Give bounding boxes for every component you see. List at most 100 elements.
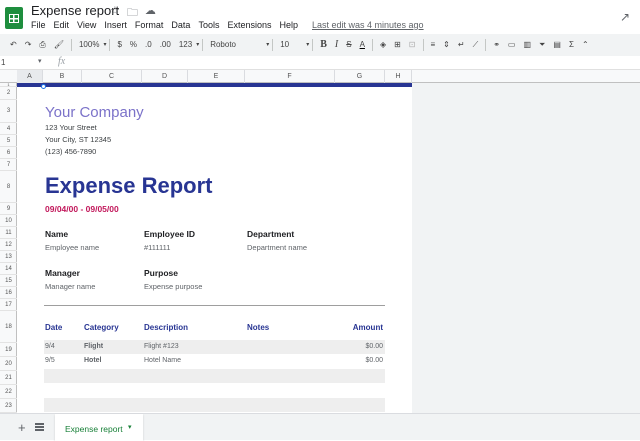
row1-amount[interactable]: $0.00 bbox=[335, 343, 383, 350]
decrease-decimal-button[interactable]: .0 bbox=[141, 36, 156, 54]
row2-category[interactable]: Hotel bbox=[84, 357, 102, 364]
all-sheets-menu-icon[interactable] bbox=[35, 423, 44, 431]
table-header-description[interactable]: Description bbox=[144, 323, 188, 332]
zoom-select[interactable]: 100% bbox=[75, 36, 103, 54]
employee-id-label[interactable]: Employee ID bbox=[144, 229, 195, 239]
row-header-9[interactable]: 9 bbox=[0, 203, 17, 215]
comment-icon[interactable]: ▭ bbox=[504, 36, 520, 54]
filter-views-icon[interactable]: ▤ bbox=[549, 36, 565, 54]
row-header-8[interactable]: 8 bbox=[0, 171, 17, 203]
bold-button[interactable]: B bbox=[316, 36, 331, 54]
text-color-button[interactable]: A bbox=[356, 36, 369, 54]
column-header-d[interactable]: D bbox=[142, 70, 188, 83]
menu-insert[interactable]: Insert bbox=[104, 20, 127, 30]
row-header-22[interactable]: 22 bbox=[0, 385, 17, 399]
selection-handle[interactable] bbox=[41, 84, 46, 89]
table-row[interactable] bbox=[44, 369, 385, 383]
row-header-12[interactable]: 12 bbox=[0, 239, 17, 251]
row-header-4[interactable]: 4 bbox=[0, 123, 17, 135]
strikethrough-button[interactable]: S bbox=[342, 36, 355, 54]
row-header-6[interactable]: 6 bbox=[0, 147, 17, 159]
fill-color-icon[interactable]: ◈ bbox=[376, 36, 390, 54]
menu-extensions[interactable]: Extensions bbox=[227, 20, 271, 30]
row-header-13[interactable]: 13 bbox=[0, 251, 17, 263]
chevron-down-icon[interactable]: ▾ bbox=[306, 36, 309, 54]
department-label[interactable]: Department bbox=[247, 229, 294, 239]
column-header-b[interactable]: B bbox=[43, 70, 82, 83]
row1-date[interactable]: 9/4 bbox=[45, 343, 55, 350]
chevron-down-icon[interactable]: ▾ bbox=[196, 36, 199, 54]
menu-help[interactable]: Help bbox=[279, 20, 298, 30]
row-header-7[interactable]: 7 bbox=[0, 159, 17, 171]
table-header-category[interactable]: Category bbox=[84, 323, 119, 332]
merge-icon[interactable]: ⊡ bbox=[405, 36, 420, 54]
table-header-notes[interactable]: Notes bbox=[247, 323, 269, 332]
department-value[interactable]: Department name bbox=[247, 243, 307, 252]
chevron-down-icon[interactable]: ▾ bbox=[128, 423, 132, 431]
print-icon[interactable]: ⎙ bbox=[35, 36, 49, 54]
company-address-line2[interactable]: Your City, ST 12345 bbox=[45, 135, 111, 144]
name-label[interactable]: Name bbox=[45, 229, 68, 239]
column-header-f[interactable]: F bbox=[245, 70, 335, 83]
row-header-17[interactable]: 17 bbox=[0, 299, 17, 311]
company-name[interactable]: Your Company bbox=[45, 104, 144, 121]
last-edit-link[interactable]: Last edit was 4 minutes ago bbox=[312, 20, 424, 30]
menu-tools[interactable]: Tools bbox=[198, 20, 219, 30]
more-formats-button[interactable]: 123 bbox=[175, 36, 196, 54]
row2-amount[interactable]: $0.00 bbox=[335, 357, 383, 364]
table-row[interactable] bbox=[44, 398, 385, 412]
undo-icon[interactable]: ↶ bbox=[6, 36, 21, 54]
increase-decimal-button[interactable]: .00 bbox=[156, 36, 175, 54]
font-select[interactable]: Roboto bbox=[206, 36, 266, 54]
row2-description[interactable]: Hotel Name bbox=[144, 357, 181, 364]
menu-file[interactable]: File bbox=[31, 20, 46, 30]
chevron-down-icon[interactable]: ▾ bbox=[38, 57, 42, 65]
filter-icon[interactable]: ⏷ bbox=[535, 36, 549, 54]
activity-trend-icon[interactable]: ↗ bbox=[620, 10, 630, 24]
purpose-value[interactable]: Expense purpose bbox=[144, 282, 202, 291]
row-header-19[interactable]: 19 bbox=[0, 343, 17, 357]
row2-date[interactable]: 9/5 bbox=[45, 357, 55, 364]
employee-id-value[interactable]: #111111 bbox=[144, 243, 170, 252]
column-header-h[interactable]: H bbox=[385, 70, 412, 83]
menu-format[interactable]: Format bbox=[135, 20, 164, 30]
row-header-5[interactable]: 5 bbox=[0, 135, 17, 147]
redo-icon[interactable]: ↷ bbox=[21, 36, 36, 54]
report-title[interactable]: Expense Report bbox=[45, 173, 213, 199]
rotate-icon[interactable]: ⟋ bbox=[469, 36, 483, 54]
font-size-select[interactable]: 10 bbox=[276, 36, 306, 54]
add-sheet-icon[interactable]: + bbox=[18, 420, 26, 435]
row1-description[interactable]: Flight #123 bbox=[144, 343, 179, 350]
company-address-line1[interactable]: 123 Your Street bbox=[45, 123, 97, 132]
row-header-15[interactable]: 15 bbox=[0, 275, 17, 287]
report-dates[interactable]: 09/04/00 - 09/05/00 bbox=[45, 204, 119, 214]
chart-icon[interactable]: ▥ bbox=[519, 36, 535, 54]
spreadsheet-grid[interactable]: Your Company 123 Your Street Your City, … bbox=[17, 83, 412, 413]
sheets-logo-icon[interactable] bbox=[5, 7, 23, 29]
menu-data[interactable]: Data bbox=[171, 20, 190, 30]
row-header-23[interactable]: 23 bbox=[0, 399, 17, 413]
align-icon[interactable]: ≡ bbox=[427, 36, 440, 54]
row-header-3[interactable]: 3 bbox=[0, 100, 17, 123]
row-header-18[interactable]: 18 bbox=[0, 311, 17, 343]
document-title[interactable]: Expense report bbox=[31, 3, 119, 18]
row-header-16[interactable]: 16 bbox=[0, 287, 17, 299]
row1-category[interactable]: Flight bbox=[84, 343, 103, 350]
manager-label[interactable]: Manager bbox=[45, 268, 80, 278]
row-header-10[interactable]: 10 bbox=[0, 215, 17, 227]
manager-value[interactable]: Manager name bbox=[45, 282, 95, 291]
table-header-amount[interactable]: Amount bbox=[335, 323, 383, 332]
chevron-up-icon[interactable]: ⌃ bbox=[578, 36, 593, 54]
row-header-11[interactable]: 11 bbox=[0, 227, 17, 239]
chevron-down-icon[interactable]: ▾ bbox=[266, 36, 269, 54]
currency-format-button[interactable]: $ bbox=[113, 36, 125, 54]
company-phone[interactable]: (123) 456-7890 bbox=[45, 147, 96, 156]
row-header-2[interactable]: 2 bbox=[0, 87, 17, 100]
menu-view[interactable]: View bbox=[77, 20, 96, 30]
column-header-c[interactable]: C bbox=[82, 70, 142, 83]
column-header-g[interactable]: G bbox=[335, 70, 385, 83]
link-icon[interactable]: ⚭ bbox=[489, 36, 504, 54]
valign-icon[interactable]: ⇕ bbox=[439, 36, 454, 54]
paint-format-icon[interactable]: 🖌 bbox=[50, 36, 68, 54]
purpose-label[interactable]: Purpose bbox=[144, 268, 178, 278]
